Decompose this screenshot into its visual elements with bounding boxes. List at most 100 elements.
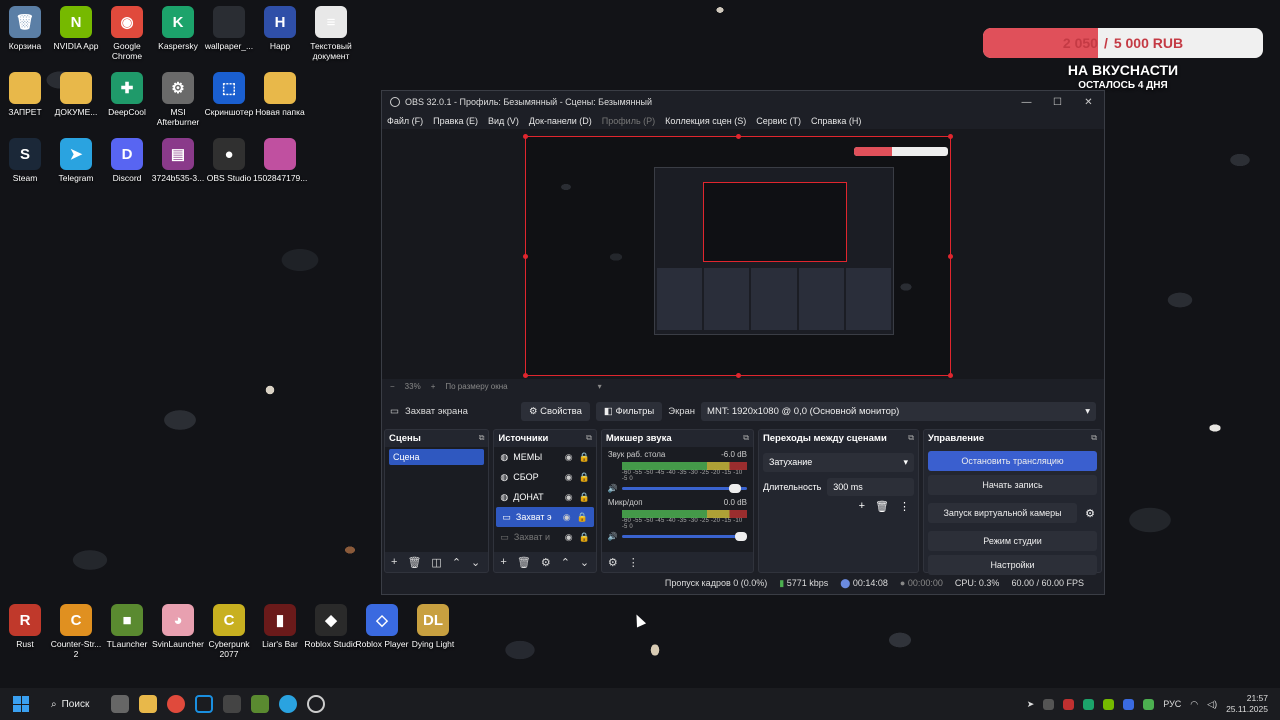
window-app-icon[interactable]	[223, 695, 242, 713]
menu-docks[interactable]: Док-панели (D)	[529, 116, 592, 126]
desktop-icon[interactable]: ▮ Liar's Bar	[253, 604, 307, 649]
resize-handle[interactable]	[948, 373, 953, 378]
close-button[interactable]: ✕	[1073, 97, 1104, 108]
properties-button[interactable]: ⚙ Свойства	[520, 401, 590, 421]
volume-knob[interactable]	[728, 484, 741, 493]
down-icon[interactable]: ⌄	[471, 556, 480, 569]
maximize-button[interactable]: ☐	[1042, 97, 1073, 108]
duration-input[interactable]: 300 ms	[827, 478, 915, 496]
taskbar-search[interactable]: ⌕ Поиск	[51, 699, 89, 710]
obs-icon[interactable]	[307, 695, 326, 713]
desktop-icon[interactable]: Новая папка	[253, 72, 307, 117]
chrome-icon[interactable]	[167, 695, 186, 713]
discord-tray-icon[interactable]	[1043, 698, 1055, 710]
msi-tray-icon[interactable]	[1063, 698, 1075, 710]
desktop-icon[interactable]: ◆ Roblox Studio	[304, 604, 358, 649]
desktop-icon[interactable]: ➤ Telegram	[49, 138, 103, 183]
gear-icon[interactable]: ⚙	[1079, 507, 1101, 520]
desktop-icon[interactable]: ⬚ Скриншотер	[202, 72, 256, 117]
gear-icon[interactable]: ⚙	[541, 556, 551, 569]
desktop-icon[interactable]: ▤ 3724b535-3...	[151, 138, 205, 183]
kaspersky-tray-icon[interactable]	[1083, 698, 1095, 710]
up-icon[interactable]: ⌃	[452, 556, 461, 569]
language-indicator[interactable]: РУС	[1163, 699, 1181, 709]
undock-icon[interactable]: ⧉	[586, 433, 592, 443]
desktop-icon[interactable]: C Cyberpunk 2077	[202, 604, 256, 659]
desktop-icon[interactable]: ДОКУМЕ...	[49, 72, 103, 117]
bluetooth-icon[interactable]	[1123, 698, 1135, 710]
down-icon[interactable]: ⌄	[580, 556, 589, 569]
menu-edit[interactable]: Правка (E)	[433, 116, 478, 126]
trash-icon[interactable]: 🗑	[407, 556, 421, 569]
menu-tools[interactable]: Сервис (T)	[756, 116, 801, 126]
desktop-icon[interactable]: N NVIDIA App	[49, 6, 103, 51]
desktop-icon[interactable]: ◉ Google Chrome	[100, 6, 154, 61]
resize-handle[interactable]	[736, 134, 741, 139]
nvidia-tray-icon[interactable]	[1103, 698, 1115, 710]
add-icon[interactable]: +	[859, 500, 865, 513]
obs-titlebar[interactable]: OBS 32.0.1 - Профиль: Безымянный - Сцены…	[382, 91, 1104, 113]
eye-icon[interactable]: ◉	[565, 472, 573, 483]
screenshot-icon[interactable]	[195, 695, 214, 713]
zoom-fit-select[interactable]: По размеру окна	[445, 382, 507, 391]
menu-file[interactable]: Файл (F)	[387, 116, 423, 126]
desktop-icon[interactable]: K Kaspersky	[151, 6, 205, 51]
filters-button[interactable]: ◧ Фильтры	[595, 401, 663, 421]
lock-icon[interactable]: 🔒	[579, 472, 590, 483]
desktop-icon[interactable]: S Steam	[0, 138, 52, 183]
resize-handle[interactable]	[948, 254, 953, 259]
desktop-icon[interactable]: ЗАПРЕТ	[0, 72, 52, 117]
obs-preview[interactable]	[382, 129, 1104, 379]
start-recording-button[interactable]: Начать запись	[928, 475, 1097, 495]
desktop-icon[interactable]: ◕ SvinLauncher	[151, 604, 205, 649]
desktop-icon[interactable]: C Counter-Str... 2	[49, 604, 103, 659]
source-item[interactable]: ▭ Захват э ◉ 🔒	[496, 507, 594, 527]
resize-handle[interactable]	[948, 134, 953, 139]
gear-icon[interactable]: ⚙	[608, 556, 618, 569]
telegram-icon[interactable]	[279, 695, 298, 713]
desktop-icon[interactable]: ◇ Roblox Player	[355, 604, 409, 649]
volume-knob[interactable]	[734, 532, 747, 541]
more-icon[interactable]: ⋮	[899, 500, 910, 513]
lock-icon[interactable]: 🔒	[577, 512, 588, 523]
minimize-button[interactable]: —	[1011, 97, 1042, 108]
desktop-icon[interactable]: 1502847179...	[253, 138, 307, 183]
virtual-camera-button[interactable]: Запуск виртуальной камеры	[928, 503, 1078, 523]
menu-help[interactable]: Справка (H)	[811, 116, 861, 126]
up-icon[interactable]: ⌃	[561, 556, 570, 569]
eye-icon[interactable]: ◉	[563, 512, 571, 523]
scene-item[interactable]: Сцена	[389, 449, 485, 465]
telegram-tray-icon[interactable]: ➤	[1027, 699, 1035, 710]
preview-source-capture[interactable]	[523, 134, 953, 378]
explorer-icon[interactable]	[139, 695, 158, 713]
volume-slider[interactable]	[621, 532, 747, 541]
add-icon[interactable]: +	[391, 556, 397, 568]
menu-profile[interactable]: Профиль (P)	[602, 116, 655, 126]
speaker-icon[interactable]: 🔊	[608, 484, 618, 493]
desktop-icon[interactable]: wallpaper_...	[202, 6, 256, 51]
undock-icon[interactable]: ⧉	[479, 433, 485, 443]
desktop-icon[interactable]: DL Dying Light	[406, 604, 460, 649]
desktop-icon[interactable]: ● OBS Studio	[202, 138, 256, 183]
desktop-icon[interactable]: ≡ Текстовый документ	[304, 6, 358, 61]
filter-icon[interactable]: ◫	[431, 556, 441, 569]
screen-select[interactable]: MNT: 1920x1080 @ 0,0 (Основной монитор) ▾	[701, 401, 1096, 421]
source-item[interactable]: ◍ МЕМЫ ◉ 🔒	[494, 447, 595, 467]
network-icon[interactable]: ◠	[1190, 699, 1198, 710]
transition-select[interactable]: Затухание ▾	[762, 453, 915, 472]
trash-icon[interactable]: 🗑	[517, 556, 531, 569]
windows-start-icon[interactable]	[13, 696, 29, 712]
clock[interactable]: 21:57 25.11.2025	[1226, 693, 1268, 715]
task-view-icon[interactable]	[111, 695, 130, 713]
lock-icon[interactable]: 🔒	[579, 452, 590, 463]
undock-icon[interactable]: ⧉	[1091, 433, 1097, 443]
source-item[interactable]: ▭ Захват и ◉ 🔒	[494, 527, 595, 547]
source-item[interactable]: ◍ СБОР ◉ 🔒	[494, 467, 595, 487]
desktop-icon[interactable]: D Discord	[100, 138, 154, 183]
zoom-in-button[interactable]: +	[431, 382, 436, 391]
desktop-icon[interactable]: H Happ	[253, 6, 307, 51]
stop-stream-button[interactable]: Остановить трансляцию	[928, 451, 1097, 471]
lock-icon[interactable]: 🔒	[579, 492, 590, 503]
undock-icon[interactable]: ⧉	[743, 433, 749, 443]
chevron-down-icon[interactable]: ▾	[598, 382, 602, 391]
